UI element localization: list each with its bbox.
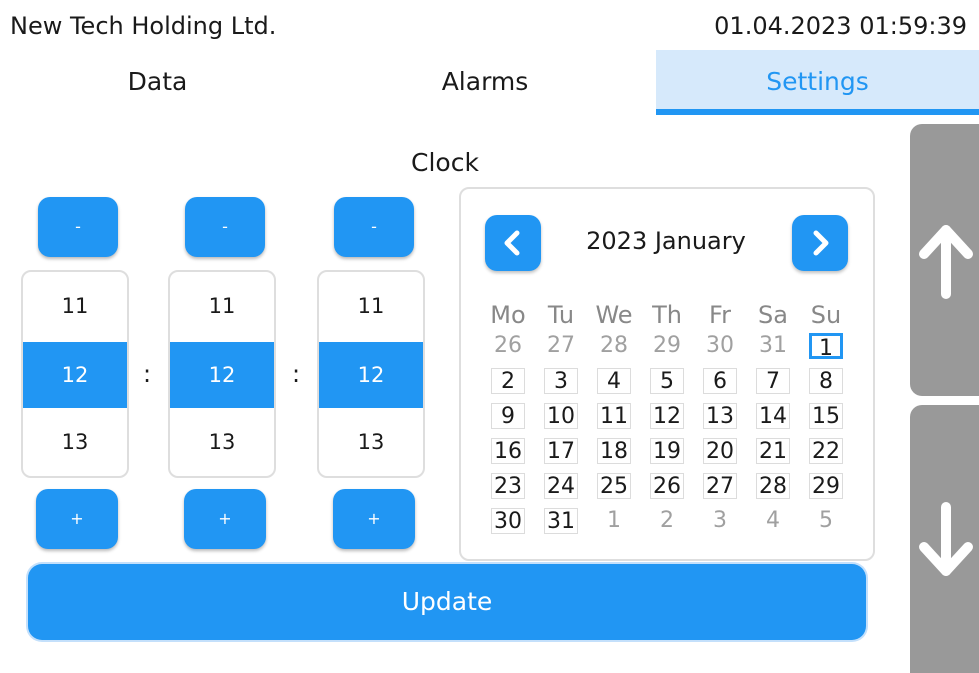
roller-selected-option[interactable]: 12 — [170, 342, 274, 408]
minute-decrement-button[interactable]: - — [185, 197, 265, 257]
calendar-day[interactable]: 17 — [544, 438, 578, 464]
calendar-day[interactable]: 31 — [544, 508, 578, 534]
update-button[interactable]: Update — [28, 564, 866, 640]
chevron-left-icon — [504, 230, 520, 256]
time-separator: : — [143, 360, 152, 388]
weekday-label: Th — [652, 301, 682, 329]
calendar-day[interactable]: 28 — [756, 473, 790, 499]
calendar-day-outside[interactable]: 4 — [756, 508, 790, 534]
calendar-day[interactable]: 29 — [809, 473, 843, 499]
calendar-day-outside[interactable]: 2 — [650, 508, 684, 534]
calendar-day[interactable]: 6 — [703, 368, 737, 394]
calendar-day[interactable]: 5 — [650, 368, 684, 394]
calendar-day[interactable]: 24 — [544, 473, 578, 499]
weekday-label: Tu — [547, 301, 575, 329]
calendar-day-outside[interactable]: 5 — [809, 508, 843, 534]
weekday-label: Su — [810, 301, 842, 329]
arrow-up-icon — [919, 225, 973, 299]
calendar-day-outside[interactable]: 30 — [703, 333, 737, 359]
calendar-day-grid: 26 27 28 29 30 31 1 2 3 4 5 6 7 8 9 10 11 12 13 14 15 16 17 18 1… — [482, 333, 852, 543]
weekday-label: Sa — [758, 301, 788, 329]
calendar-day-outside[interactable]: 27 — [544, 333, 578, 359]
calendar-day-today[interactable]: 1 — [809, 333, 843, 361]
roller-selected-option[interactable]: 12 — [23, 342, 127, 408]
roller-option[interactable]: 11 — [170, 294, 274, 318]
scroll-down-button[interactable] — [910, 405, 979, 673]
roller-option[interactable]: 13 — [319, 430, 423, 454]
next-month-button[interactable] — [792, 215, 848, 271]
calendar-day[interactable]: 10 — [544, 403, 578, 429]
minute-roller[interactable]: 11 12 13 — [168, 270, 276, 478]
roller-option[interactable]: 13 — [170, 430, 274, 454]
calendar-day[interactable]: 26 — [650, 473, 684, 499]
calendar-day[interactable]: 18 — [597, 438, 631, 464]
calendar-day-outside[interactable]: 28 — [597, 333, 631, 359]
calendar-day[interactable]: 13 — [703, 403, 737, 429]
arrow-down-icon — [919, 502, 973, 576]
tab-data[interactable]: Data — [0, 50, 315, 114]
calendar-day[interactable]: 21 — [756, 438, 790, 464]
calendar-day[interactable]: 23 — [491, 473, 525, 499]
calendar-day[interactable]: 30 — [491, 508, 525, 534]
calendar-day-outside[interactable]: 3 — [703, 508, 737, 534]
active-tab-indicator — [656, 109, 979, 115]
calendar-day[interactable]: 3 — [544, 368, 578, 394]
roller-option[interactable]: 11 — [319, 294, 423, 318]
calendar-day[interactable]: 12 — [650, 403, 684, 429]
tab-settings[interactable]: Settings — [656, 50, 979, 114]
calendar-weekday-header: Mo Tu We Th Fr Sa Su — [482, 301, 852, 333]
calendar-day[interactable]: 2 — [491, 368, 525, 394]
calendar-month-title: 2023 January — [586, 227, 746, 255]
weekday-label: Fr — [709, 301, 731, 329]
calendar-day[interactable]: 27 — [703, 473, 737, 499]
calendar-day-outside[interactable]: 29 — [650, 333, 684, 359]
time-separator: : — [292, 360, 301, 388]
roller-selected-option[interactable]: 12 — [319, 342, 423, 408]
calendar-day-outside[interactable]: 1 — [597, 508, 631, 534]
calendar-day[interactable]: 16 — [491, 438, 525, 464]
calendar-day[interactable]: 25 — [597, 473, 631, 499]
datetime-display: 01.04.2023 01:59:39 — [714, 12, 967, 40]
company-name: New Tech Holding Ltd. — [10, 12, 277, 40]
clock-title: Clock — [411, 148, 479, 177]
second-roller[interactable]: 11 12 13 — [317, 270, 425, 478]
calendar-day[interactable]: 4 — [597, 368, 631, 394]
roller-option[interactable]: 11 — [23, 294, 127, 318]
roller-option[interactable]: 13 — [23, 430, 127, 454]
calendar-day[interactable]: 15 — [809, 403, 843, 429]
calendar-day-outside[interactable]: 31 — [756, 333, 790, 359]
calendar: 2023 January Mo Tu We Th Fr Sa Su 26 27 28 29 30 31… — [459, 187, 875, 561]
hour-roller[interactable]: 11 12 13 — [21, 270, 129, 478]
calendar-day[interactable]: 7 — [756, 368, 790, 394]
tab-alarms[interactable]: Alarms — [315, 50, 655, 114]
minute-increment-button[interactable]: + — [184, 489, 266, 549]
calendar-day[interactable]: 9 — [491, 403, 525, 429]
calendar-day[interactable]: 11 — [597, 403, 631, 429]
previous-month-button[interactable] — [485, 215, 541, 271]
calendar-day-outside[interactable]: 26 — [491, 333, 525, 359]
weekday-label: We — [595, 301, 633, 329]
calendar-day[interactable]: 19 — [650, 438, 684, 464]
second-increment-button[interactable]: + — [333, 489, 415, 549]
calendar-day[interactable]: 22 — [809, 438, 843, 464]
chevron-right-icon — [813, 230, 829, 256]
weekday-label: Mo — [490, 301, 526, 329]
scroll-up-button[interactable] — [910, 124, 979, 396]
calendar-day[interactable]: 14 — [756, 403, 790, 429]
calendar-day[interactable]: 20 — [703, 438, 737, 464]
hour-decrement-button[interactable]: - — [38, 197, 118, 257]
second-decrement-button[interactable]: - — [334, 197, 414, 257]
hour-increment-button[interactable]: + — [36, 489, 118, 549]
calendar-day[interactable]: 8 — [809, 368, 843, 394]
